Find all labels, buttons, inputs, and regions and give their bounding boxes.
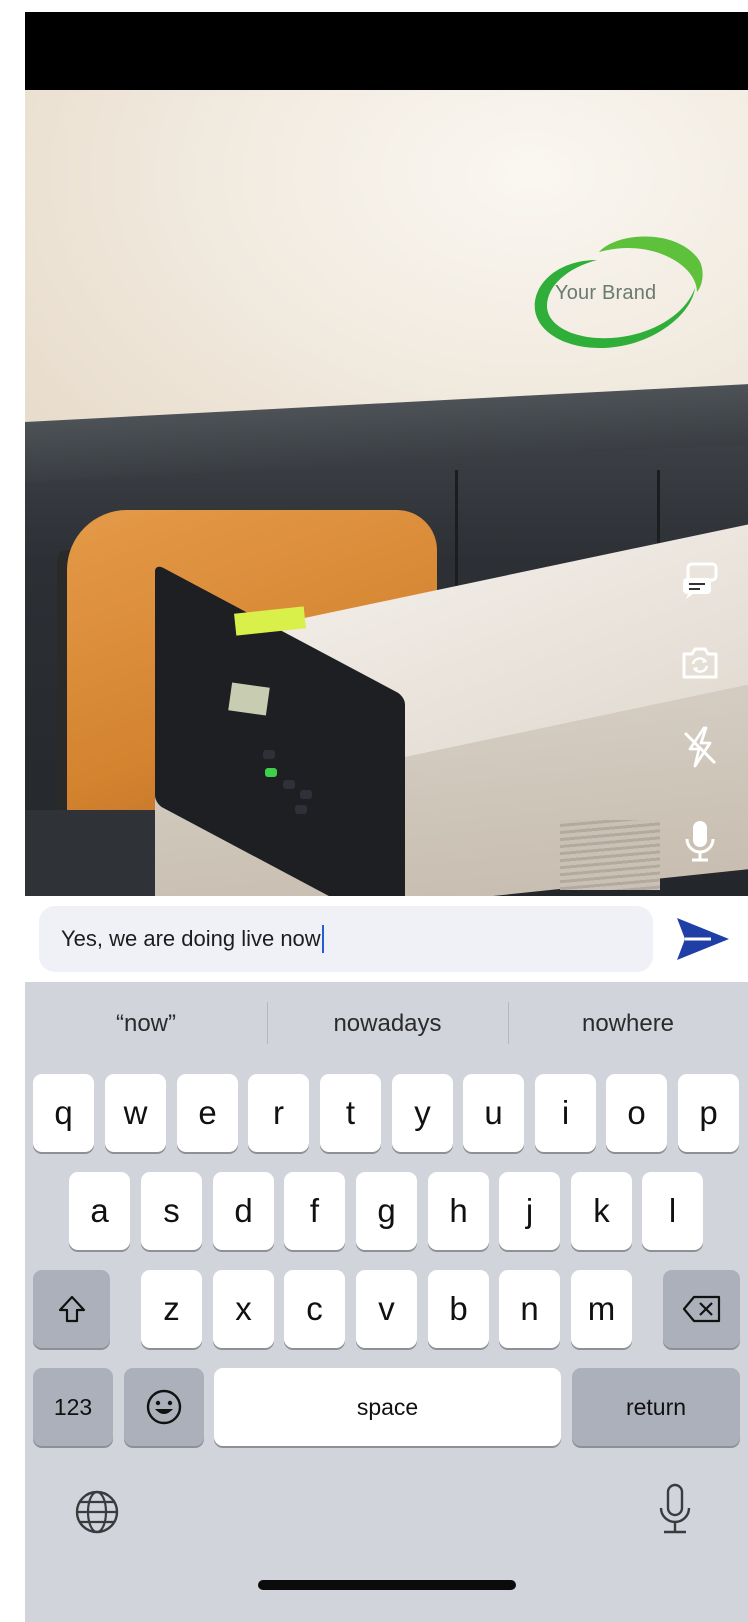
- message-input-text: Yes, we are doing live now: [61, 926, 321, 951]
- numbers-key[interactable]: 123: [33, 1368, 113, 1446]
- dictation-button[interactable]: [655, 1482, 695, 1538]
- chat-toggle-button[interactable]: [677, 557, 723, 603]
- flash-toggle-button[interactable]: [677, 724, 723, 770]
- suggestion-2[interactable]: nowadays: [267, 982, 508, 1066]
- key-c[interactable]: c: [284, 1270, 345, 1348]
- key-v[interactable]: v: [356, 1270, 417, 1348]
- key-d[interactable]: d: [213, 1172, 274, 1250]
- key-m[interactable]: m: [571, 1270, 632, 1348]
- status-bar: [25, 12, 748, 90]
- key-p[interactable]: p: [678, 1074, 739, 1152]
- key-g[interactable]: g: [356, 1172, 417, 1250]
- text-caret: [321, 925, 324, 953]
- suggestion-1[interactable]: “now”: [25, 982, 267, 1066]
- suggestion-3[interactable]: nowhere: [508, 982, 748, 1066]
- key-w[interactable]: w: [105, 1074, 166, 1152]
- key-r[interactable]: r: [248, 1074, 309, 1152]
- key-a[interactable]: a: [69, 1172, 130, 1250]
- backspace-icon: [682, 1295, 720, 1323]
- key-b[interactable]: b: [428, 1270, 489, 1348]
- chat-bubbles-icon: [683, 562, 718, 599]
- microphone-icon: [685, 821, 715, 862]
- key-k[interactable]: k: [571, 1172, 632, 1250]
- dictation-microphone-icon: [659, 1483, 691, 1534]
- emoji-face-icon: [146, 1389, 182, 1425]
- flip-camera-icon: [682, 647, 718, 679]
- globe-icon: [75, 1490, 119, 1534]
- key-x[interactable]: x: [213, 1270, 274, 1348]
- home-indicator[interactable]: [258, 1580, 516, 1590]
- key-z[interactable]: z: [141, 1270, 202, 1348]
- key-j[interactable]: j: [499, 1172, 560, 1250]
- camera-preview: Your Brand: [25, 90, 748, 896]
- backspace-key[interactable]: [663, 1270, 740, 1348]
- send-arrow-icon: [677, 918, 729, 960]
- flash-off-icon: [683, 726, 717, 768]
- key-q[interactable]: q: [33, 1074, 94, 1152]
- emoji-key[interactable]: [124, 1368, 204, 1446]
- key-n[interactable]: n: [499, 1270, 560, 1348]
- key-y[interactable]: y: [392, 1074, 453, 1152]
- app-frame: Your Brand Yes, we are doing live now “n…: [25, 12, 748, 1622]
- key-h[interactable]: h: [428, 1172, 489, 1250]
- space-key[interactable]: space: [214, 1368, 561, 1446]
- key-s[interactable]: s: [141, 1172, 202, 1250]
- brand-logo-text: Your Brand: [555, 282, 657, 304]
- on-screen-keyboard: “now” nowadays nowhere q w e r t y u i o…: [25, 982, 748, 1622]
- key-e[interactable]: e: [177, 1074, 238, 1152]
- key-l[interactable]: l: [642, 1172, 703, 1250]
- globe-button[interactable]: [73, 1488, 121, 1536]
- message-input[interactable]: Yes, we are doing live now: [39, 906, 653, 972]
- shift-arrow-icon: [58, 1295, 85, 1323]
- flip-camera-button[interactable]: [677, 640, 723, 686]
- key-f[interactable]: f: [284, 1172, 345, 1250]
- key-t[interactable]: t: [320, 1074, 381, 1152]
- key-u[interactable]: u: [463, 1074, 524, 1152]
- key-o[interactable]: o: [606, 1074, 667, 1152]
- brand-logo: Your Brand: [527, 230, 707, 360]
- shift-key[interactable]: [33, 1270, 110, 1348]
- send-button[interactable]: [671, 914, 731, 964]
- microphone-button[interactable]: [677, 818, 723, 864]
- message-input-bar: Yes, we are doing live now: [25, 896, 748, 982]
- key-i[interactable]: i: [535, 1074, 596, 1152]
- return-key[interactable]: return: [572, 1368, 740, 1446]
